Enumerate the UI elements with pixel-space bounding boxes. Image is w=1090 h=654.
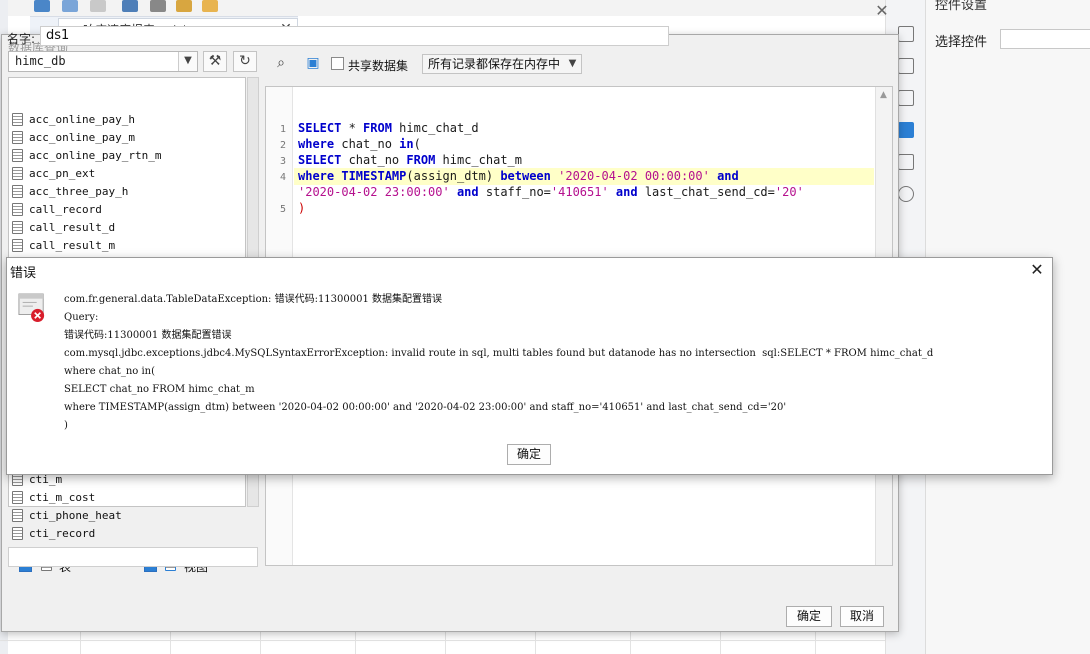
memory-mode-select[interactable]: 所有记录都保存在内存中 <box>422 54 582 74</box>
list-widget-icon[interactable] <box>898 154 914 170</box>
error-message-line: where TIMESTAMP(assign_dtm) between '202… <box>64 402 787 413</box>
table-icon <box>12 491 23 504</box>
line-number: 2 <box>279 140 286 151</box>
line-number: 4 <box>279 172 286 183</box>
table-list-item[interactable]: cti_phone_heat <box>12 507 122 524</box>
table-icon <box>12 131 23 144</box>
table-icon <box>12 113 23 126</box>
db-ok-button[interactable]: 确定 <box>786 606 832 627</box>
error-message-line: 错误代码:11300001 数据集配置错误 <box>64 330 232 341</box>
table-icon <box>12 221 23 234</box>
table-list-item[interactable]: acc_online_pay_rtn_m <box>12 147 161 164</box>
line-number: 1 <box>279 124 286 135</box>
error-icon <box>18 293 45 322</box>
param-icon[interactable]: ▣ <box>302 54 324 74</box>
main-toolbar <box>0 0 925 16</box>
table-search-input[interactable] <box>8 547 258 567</box>
share-dataset-label: 共享数据集 <box>348 59 409 73</box>
error-dialog <box>6 257 1053 475</box>
refresh-icon[interactable]: ↻ <box>233 51 257 72</box>
error-close-icon[interactable]: ✕ <box>1028 260 1046 280</box>
table-list-item[interactable]: cti_record <box>12 525 95 542</box>
database-select[interactable]: himc_db <box>8 51 198 72</box>
table-icon <box>12 203 23 216</box>
table-list-item[interactable]: acc_online_pay_h <box>12 111 135 128</box>
sql-line: SELECT * FROM himc_chat_d <box>298 121 479 135</box>
table-list-item[interactable]: cti_m_cost <box>12 489 95 506</box>
error-message-line: Query: <box>64 312 99 323</box>
error-message-line: com.fr.general.data.TableDataException: … <box>64 294 443 305</box>
sql-line: SELECT chat_no FROM himc_chat_m <box>298 153 522 167</box>
name-input[interactable]: ds1 <box>40 26 669 46</box>
table-icon <box>12 149 23 162</box>
error-message-line: ) <box>64 420 68 431</box>
new-file-icon[interactable] <box>34 0 50 12</box>
chevron-down-icon[interactable]: ▼ <box>564 55 581 73</box>
error-message-line: SELECT chat_no FROM himc_chat_m <box>64 384 255 395</box>
table-list-item[interactable]: call_result_m <box>12 237 115 254</box>
table-list-item[interactable]: call_result_d <box>12 219 115 236</box>
connection-settings-icon[interactable]: ⚒ <box>203 51 227 72</box>
error-dialog-title: 错误 <box>10 266 37 281</box>
table-list-item[interactable]: acc_three_pay_h <box>12 183 128 200</box>
layout-icon[interactable] <box>898 26 914 42</box>
error-dialog-titlebar <box>7 258 1052 283</box>
error-ok-button[interactable]: 确定 <box>507 444 551 465</box>
name-label: 名字: <box>7 32 36 46</box>
cut-icon[interactable] <box>122 0 138 12</box>
sql-line: where chat_no in( <box>298 137 421 151</box>
share-dataset-checkbox[interactable] <box>331 57 344 70</box>
sql-line: ) <box>298 201 306 215</box>
dropdown-widget-icon[interactable] <box>898 122 914 138</box>
preview-icon[interactable]: ⌕ <box>270 54 292 74</box>
undo-icon[interactable] <box>62 0 78 12</box>
scroll-up-icon[interactable]: ▲ <box>877 88 890 102</box>
table-list-item[interactable]: call_record <box>12 201 102 218</box>
copy-icon[interactable] <box>150 0 166 12</box>
select-widget-input[interactable] <box>1000 29 1090 49</box>
grid-line <box>0 640 885 641</box>
db-dialog-close-icon[interactable]: ✕ <box>874 2 890 20</box>
table-icon <box>12 185 23 198</box>
line-number: 3 <box>279 156 286 167</box>
paste-icon[interactable] <box>176 0 192 12</box>
table-list-item[interactable]: acc_pn_ext <box>12 165 95 182</box>
table-icon <box>12 167 23 180</box>
error-message-line: com.mysql.jdbc.exceptions.jdbc4.MySQLSyn… <box>64 348 934 359</box>
db-cancel-button[interactable]: 取消 <box>840 606 884 627</box>
redo-icon[interactable] <box>90 0 106 12</box>
sql-line: '2020-04-02 23:00:00' and staff_no='4106… <box>298 185 804 199</box>
format-brush-icon[interactable] <box>202 0 218 12</box>
widget-icon[interactable] <box>898 58 914 74</box>
error-message-line: where chat_no in( <box>64 366 155 377</box>
frame-icon[interactable] <box>898 90 914 106</box>
chevron-down-icon[interactable]: ▼ <box>178 52 197 71</box>
sql-line: where TIMESTAMP(assign_dtm) between '202… <box>298 169 739 183</box>
table-icon <box>12 527 23 540</box>
table-icon <box>12 239 23 252</box>
select-widget-label: 选择控件 <box>935 35 988 50</box>
table-list-item[interactable]: acc_online_pay_m <box>12 129 135 146</box>
properties-title: 控件设置 <box>935 0 988 13</box>
table-icon <box>12 509 23 522</box>
link-icon[interactable] <box>898 186 914 202</box>
line-number: 5 <box>279 204 286 215</box>
